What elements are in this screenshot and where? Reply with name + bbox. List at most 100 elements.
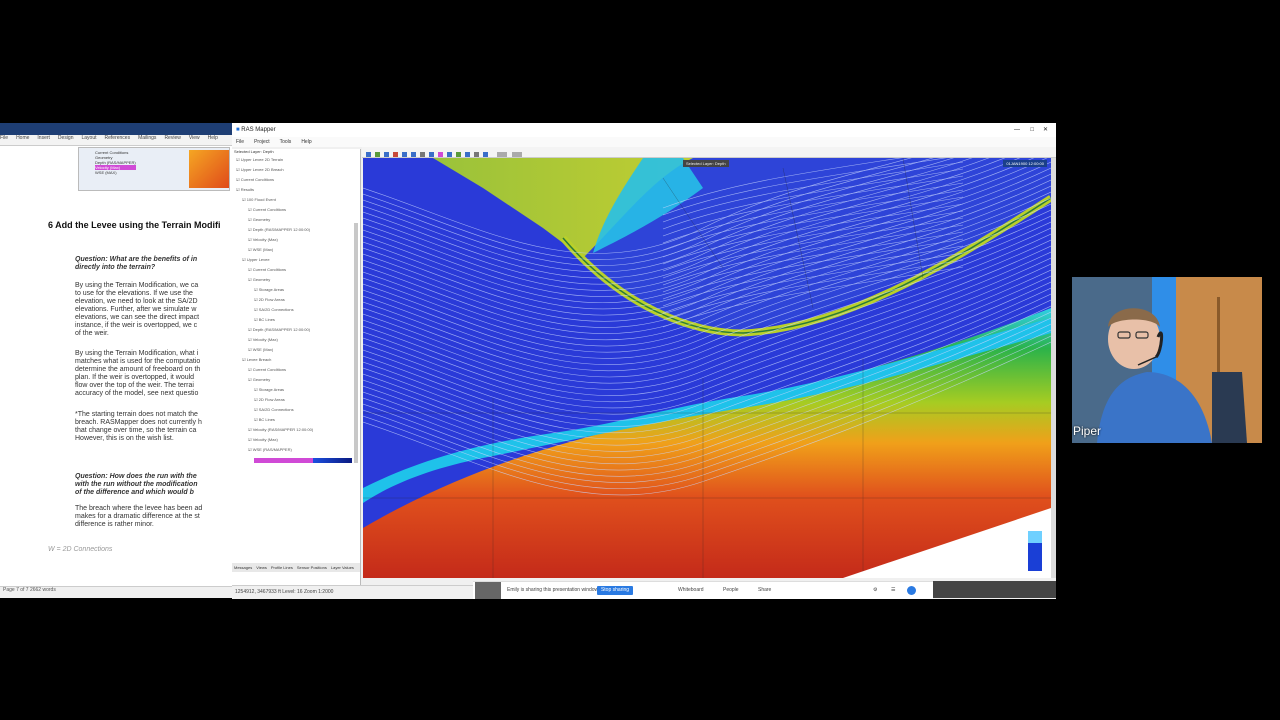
map-toolbar[interactable] bbox=[362, 147, 1056, 158]
paragraph-line: elevation, we need to look at the SA/2D bbox=[75, 298, 198, 305]
tree-item[interactable]: ☑ Current Conditions bbox=[248, 267, 286, 272]
tree-item-label: SA/2D Connections bbox=[258, 307, 294, 312]
tree-item[interactable]: ☑ Storage Areas bbox=[254, 387, 284, 392]
tree-item-label: Results bbox=[240, 187, 255, 192]
menu-item[interactable]: Tools bbox=[280, 139, 292, 145]
question-2-cont2: of the difference and which would b bbox=[75, 489, 194, 496]
ribbon-tab[interactable]: Mailings bbox=[138, 135, 156, 141]
bottom-tab[interactable]: Layer Values bbox=[331, 565, 354, 570]
ribbon-tab[interactable]: View bbox=[189, 135, 200, 141]
layer-tree[interactable]: Selected Layer: Depth ☑ Upper Levee 2D T… bbox=[232, 149, 361, 585]
terrain-map[interactable] bbox=[363, 158, 1051, 578]
tree-item[interactable]: ☑ Upper Levee bbox=[242, 257, 270, 262]
map-canvas[interactable]: Selected Layer: Depth 01JAN1900 12:00:00 bbox=[363, 158, 1051, 578]
word-status-text: Page 7 of 7 2662 words bbox=[3, 587, 56, 593]
menu-item[interactable]: Project bbox=[254, 139, 270, 145]
ribbon-tab[interactable]: File bbox=[0, 135, 8, 141]
word-document-window: File Home Insert Design Layout References Mail… bbox=[0, 123, 232, 598]
bottom-tab[interactable]: Sensor Positions bbox=[297, 565, 327, 570]
tree-item[interactable]: ☑ WSE (Max) bbox=[248, 347, 273, 352]
paragraph-line: However, this is on the wish list. bbox=[75, 435, 174, 442]
tree-item[interactable]: ☑ Current Conditions bbox=[236, 177, 274, 182]
tree-item[interactable]: ☑ BC Lines bbox=[254, 417, 275, 422]
ribbon-tab[interactable]: Help bbox=[208, 135, 218, 141]
callbar-item-share[interactable]: Share bbox=[758, 582, 771, 599]
ribbon-tab[interactable]: Home bbox=[16, 135, 29, 141]
tree-item-label: Current Conditions bbox=[240, 177, 275, 182]
question-2: Question: How does the run with the bbox=[75, 473, 197, 480]
tree-item[interactable]: ☑ Velocity (Max) bbox=[248, 237, 278, 242]
tree-item-label: Storage Areas bbox=[258, 287, 285, 292]
tree-item[interactable]: ☑ Velocity (Max) bbox=[248, 437, 278, 442]
word-status-bar: Page 7 of 7 2662 words bbox=[0, 586, 232, 598]
tree-item-label: WSE (Max) bbox=[252, 247, 274, 252]
callbar-item-whiteboard[interactable]: Whiteboard bbox=[678, 582, 704, 599]
tree-item[interactable]: ☑ Upper Levee 2D Terrain bbox=[236, 157, 283, 162]
paragraph-line: *The starting terrain does not match the bbox=[75, 411, 198, 418]
tree-item-label: Upper Levee bbox=[246, 257, 270, 262]
webcam-video bbox=[1072, 277, 1262, 443]
tree-item[interactable]: ☑ 2D Flow Areas bbox=[254, 297, 285, 302]
tree-item[interactable]: ☑ Velocity (Max) bbox=[248, 337, 278, 342]
tree-item[interactable]: ☑ 2D Flow Areas bbox=[254, 397, 285, 402]
minimize-icon[interactable]: — bbox=[1014, 123, 1020, 137]
menu-icon[interactable]: ☰ bbox=[891, 582, 895, 599]
menu-item[interactable]: Help bbox=[301, 139, 311, 145]
bottom-tab[interactable]: Profile Lines bbox=[271, 565, 293, 570]
map-scrollbar[interactable] bbox=[1051, 158, 1056, 578]
menu-item[interactable]: File bbox=[236, 139, 244, 145]
tree-item-label: 100 Flood Event bbox=[246, 197, 276, 202]
footer-note: W = 2D Connections bbox=[48, 546, 113, 553]
paragraph-line: plan. If the weir is overtopped, it woul… bbox=[75, 374, 195, 381]
tree-item[interactable]: ☑ Velocity (RAS/MAPPER 12:00:00) bbox=[248, 427, 313, 432]
ribbon-tab[interactable]: Insert bbox=[37, 135, 50, 141]
tree-item-label: Depth (RAS/MAPPER 12:00:00) bbox=[252, 227, 311, 232]
ribbon-tab[interactable]: Design bbox=[58, 135, 74, 141]
ribbon-tab[interactable]: References bbox=[105, 135, 131, 141]
tree-scrollbar[interactable] bbox=[354, 223, 358, 463]
ribbon-tab[interactable]: Layout bbox=[82, 135, 97, 141]
bottom-tab[interactable]: Messages bbox=[234, 565, 252, 570]
section-heading: 6 Add the Levee using the Terrain Modifi bbox=[48, 220, 221, 230]
tree-item[interactable]: ☑ Depth (RAS/MAPPER 12:00:00) bbox=[248, 227, 310, 232]
paragraph-line: elevations, we can see the direct impact bbox=[75, 314, 200, 321]
paragraph-line: determine the amount of freeboard on th bbox=[75, 366, 201, 373]
bottom-tabs[interactable]: Messages Views Profile Lines Sensor Positio… bbox=[232, 563, 360, 572]
tree-item-label: WSE (RAS/MAPPER) bbox=[252, 447, 292, 452]
bottom-tab[interactable]: Views bbox=[256, 565, 267, 570]
ribbon-tab[interactable]: Review bbox=[164, 135, 180, 141]
tree-item[interactable]: ☑ Geometry bbox=[248, 217, 270, 222]
avatar[interactable] bbox=[907, 586, 916, 595]
tree-item[interactable]: ☑ Results bbox=[236, 187, 254, 192]
tree-item[interactable]: ☑ Current Conditions bbox=[248, 367, 286, 372]
tree-item[interactable]: ☑ BC Lines bbox=[254, 317, 275, 322]
paragraph-line: breach. RASMapper does not currently h bbox=[75, 419, 202, 426]
ras-status-text: 1254912, 3467933 ft Level: 16 Zoom 1:200… bbox=[235, 589, 334, 595]
tree-item[interactable]: ☑ WSE (RAS/MAPPER) bbox=[248, 447, 292, 452]
tree-item-label: Upper Levee 2D Terrain bbox=[240, 157, 284, 162]
paragraph-line: By using the Terrain Modification, what … bbox=[75, 350, 199, 357]
tree-item[interactable]: ☑ Storage Areas bbox=[254, 287, 284, 292]
tree-item[interactable]: ☑ Upper Levee 2D Breach bbox=[236, 167, 284, 172]
selected-layer-highlight[interactable] bbox=[254, 458, 352, 463]
callbar-item-people[interactable]: People bbox=[723, 582, 739, 599]
tree-item[interactable]: ☑ Current Conditions bbox=[248, 207, 286, 212]
stop-sharing-button[interactable]: Stop sharing bbox=[597, 586, 633, 595]
tree-item[interactable]: ☑ Geometry bbox=[248, 377, 270, 382]
tree-item-label: Current Conditions bbox=[252, 267, 287, 272]
tree-item[interactable]: ☑ SA/2D Connections bbox=[254, 307, 294, 312]
tree-item-label: Current Conditions bbox=[252, 207, 287, 212]
paragraph-line: elevations. Further, after we simulate w bbox=[75, 306, 197, 313]
tree-item[interactable]: ☑ Levee Breach bbox=[242, 357, 271, 362]
tree-item[interactable]: ☑ SA/2D Connections bbox=[254, 407, 294, 412]
thumbnail-preview bbox=[475, 582, 501, 599]
close-icon[interactable]: ✕ bbox=[1043, 123, 1048, 137]
tree-item[interactable]: ☑ Depth (RAS/MAPPER 12:00:00) bbox=[248, 327, 310, 332]
gear-icon[interactable]: ⚙ bbox=[873, 582, 877, 599]
tree-item[interactable]: ☑ Geometry bbox=[248, 277, 270, 282]
meeting-sharing-bar: Emily is sharing this presentation windo… bbox=[473, 581, 933, 599]
maximize-icon[interactable]: □ bbox=[1030, 123, 1034, 137]
tree-item[interactable]: ☑ 100 Flood Event bbox=[242, 197, 276, 202]
tree-item-label: BC Lines bbox=[258, 317, 275, 322]
tree-item[interactable]: ☑ WSE (Max) bbox=[248, 247, 273, 252]
